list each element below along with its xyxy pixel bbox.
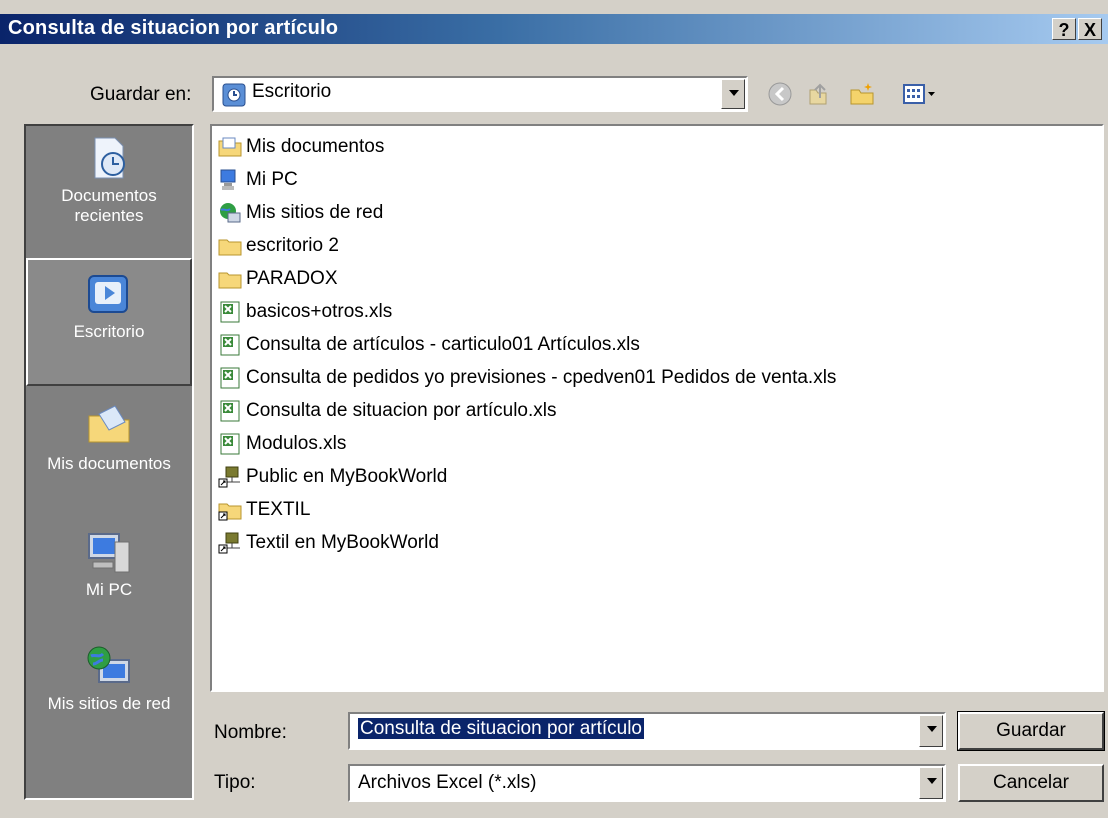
list-item[interactable]: Mis sitios de red [218, 198, 383, 228]
cancel-button[interactable]: Cancelar [958, 764, 1104, 802]
place-my-computer[interactable]: Mi PC [26, 528, 192, 600]
network-places-icon [220, 203, 241, 223]
filetype-label-text: Tipo: [214, 772, 256, 793]
place-my-computer-label: Mi PC [85, 580, 133, 599]
window-title: Consulta de situacion por artículo [8, 17, 339, 39]
file-name: Consulta de artículos - carticulo01 Artí… [246, 334, 640, 355]
my-computer-icon [220, 169, 236, 190]
file-list[interactable]: Mis documentos Mi PC Mis sitios de red e… [210, 124, 1104, 692]
place-network-label: Mis sitios de red [47, 694, 171, 713]
places-bar: Documentos recientes Escritorio Mis docu… [24, 124, 194, 800]
excel-file-icon [220, 400, 240, 422]
place-my-documents-label: Mis documentos [47, 454, 171, 473]
list-item[interactable]: basicos+otros.xls [218, 297, 392, 327]
excel-file-icon [220, 301, 240, 323]
folder-icon [218, 272, 242, 289]
excel-file-icon [220, 367, 240, 389]
file-name: Public en MyBookWorld [246, 466, 448, 487]
filename-label-text: Nombre: [214, 722, 287, 743]
up-folder-icon[interactable] [804, 80, 832, 108]
file-name: basicos+otros.xls [246, 301, 393, 322]
excel-file-icon [220, 334, 240, 356]
my-documents-folder-icon [218, 137, 242, 157]
list-item[interactable]: escritorio 2 [218, 231, 339, 261]
title-bar[interactable]: Consulta de situacion por artículo ? X [0, 14, 1108, 44]
save-button[interactable]: Guardar [957, 711, 1105, 751]
chevron-down-icon[interactable] [919, 767, 943, 799]
chevron-down-icon[interactable] [721, 79, 745, 109]
list-item[interactable]: Consulta de artículos - carticulo01 Artí… [218, 330, 640, 360]
file-name: PARADOX [246, 268, 338, 289]
save-in-label-text: Guardar en: [90, 84, 192, 105]
place-recent-documents[interactable]: Documentos recientes [26, 134, 192, 226]
save-in-value: Escritorio [252, 81, 332, 102]
list-item[interactable]: Modulos.xls [218, 429, 346, 459]
desktop-icon [222, 83, 246, 107]
filename-value: Consulta de situacion por artículo [358, 718, 644, 739]
network-places-icon [87, 646, 130, 683]
save-in-dropdown[interactable]: Escritorio [212, 76, 748, 112]
place-network[interactable]: Mis sitios de red [26, 642, 192, 714]
file-name: Consulta de situacion por artículo.xls [246, 400, 557, 421]
help-button[interactable]: ? [1052, 18, 1076, 40]
file-name: Modulos.xls [246, 433, 347, 454]
my-computer-icon [88, 533, 130, 573]
file-name: Mis documentos [246, 136, 385, 157]
folder-shortcut-icon [218, 503, 242, 521]
file-name: Textil en MyBookWorld [246, 532, 439, 553]
file-name: Consulta de pedidos yo previsiones - cpe… [246, 367, 837, 388]
file-name: Mi PC [246, 169, 298, 190]
my-documents-icon [88, 405, 130, 443]
file-name: escritorio 2 [246, 235, 339, 256]
list-item[interactable]: TEXTIL [218, 495, 310, 525]
filetype-dropdown[interactable]: Archivos Excel (*.xls) [348, 764, 946, 802]
view-menu-icon[interactable] [902, 80, 938, 108]
network-shortcut-icon [218, 466, 240, 488]
place-desktop[interactable]: Escritorio [26, 258, 192, 386]
file-name: TEXTIL [246, 499, 311, 520]
place-my-documents[interactable]: Mis documentos [26, 402, 192, 474]
save-in-label: Guardar en: [90, 84, 191, 106]
folder-icon [218, 239, 242, 256]
place-recent-documents-label: Documentos recientes [61, 186, 157, 225]
list-item[interactable]: Consulta de pedidos yo previsiones - cpe… [218, 363, 836, 393]
list-item[interactable]: PARADOX [218, 264, 338, 294]
recent-documents-icon [94, 137, 125, 179]
filename-input[interactable]: Consulta de situacion por artículo [348, 712, 946, 750]
list-item[interactable]: Textil en MyBookWorld [218, 528, 439, 558]
new-folder-icon[interactable] [848, 80, 876, 108]
chevron-down-icon[interactable] [919, 715, 943, 747]
desktop-icon [88, 275, 128, 313]
network-shortcut-icon [218, 532, 240, 554]
filetype-label: Tipo: [214, 772, 256, 794]
list-item[interactable]: Mis documentos [218, 132, 384, 162]
file-name: Mis sitios de red [246, 202, 384, 223]
excel-file-icon [220, 433, 240, 455]
filetype-value: Archivos Excel (*.xls) [358, 772, 537, 793]
list-item[interactable]: Consulta de situacion por artículo.xls [218, 396, 557, 426]
top-edge [0, 0, 1108, 14]
filename-label: Nombre: [214, 722, 287, 744]
place-desktop-label: Escritorio [73, 322, 145, 341]
close-button[interactable]: X [1078, 18, 1102, 40]
back-icon[interactable] [766, 80, 794, 108]
list-item[interactable]: Public en MyBookWorld [218, 462, 447, 492]
list-item[interactable]: Mi PC [218, 165, 298, 195]
